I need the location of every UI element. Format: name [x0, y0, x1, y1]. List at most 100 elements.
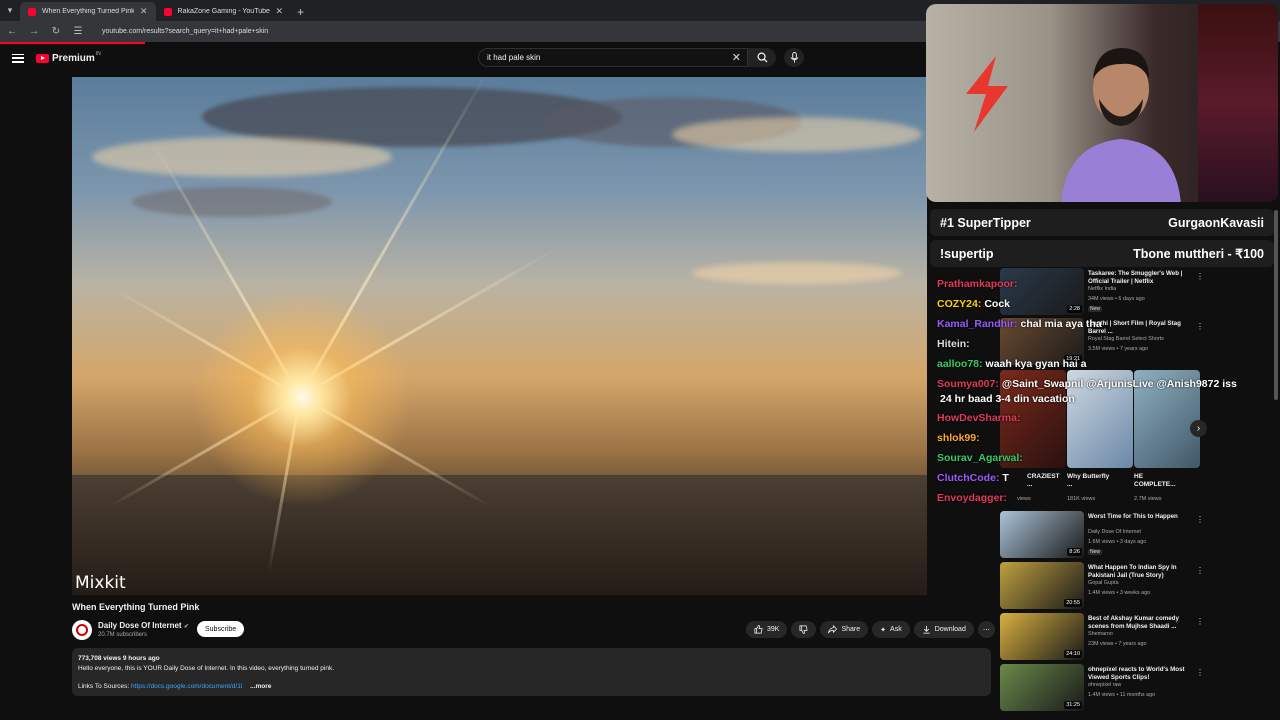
hamburger-menu-icon[interactable] [12, 53, 24, 63]
list-item[interactable]: 24:10 Best of Akshay Kumar comedy scenes … [1000, 613, 1204, 661]
video-title[interactable]: Taskaree: The Smuggler's Web | Official … [1088, 270, 1188, 285]
search-input[interactable]: it had pale skin ✕ [478, 48, 748, 67]
video-title[interactable]: ...anthi | Short Film | Royal Stag Barre… [1088, 320, 1188, 335]
video-views: 34M views • 6 days ago [1088, 296, 1145, 302]
channel-avatar[interactable] [72, 620, 92, 640]
streamer [1061, 48, 1181, 202]
more-vertical-icon[interactable]: ⋮ [1196, 272, 1204, 281]
shorts-next-button[interactable]: › [1190, 420, 1207, 437]
share-button[interactable]: Share [820, 621, 869, 638]
video-description[interactable]: 773,708 views 9 hours ago Hello everyone… [72, 648, 991, 696]
chat-message: Sourav_Agarwal: [937, 452, 1026, 464]
search-button[interactable] [748, 48, 776, 67]
chat-username: COZY24: [937, 298, 982, 310]
short-views: 2.7M views [1134, 496, 1162, 502]
more-vertical-icon[interactable]: ⋮ [1196, 322, 1204, 331]
short-title[interactable]: CRAZIEST ... [1027, 473, 1063, 489]
channel-name[interactable]: Gopal Gupta [1088, 580, 1119, 586]
url-field[interactable]: youtube.com/results?search_query=it+had+… [102, 28, 268, 35]
channel-name[interactable]: Daily Dose Of Internet [1088, 529, 1141, 535]
clear-search-icon[interactable]: ✕ [732, 51, 741, 64]
chat-message: 24 hr baad 3-4 din vacation [937, 393, 1075, 405]
new-badge: New [1088, 549, 1103, 555]
video-player[interactable]: Mixkit [72, 77, 927, 595]
channel-name[interactable]: Netflix India [1088, 286, 1116, 292]
chat-text: Cock [984, 298, 1011, 310]
like-button[interactable]: 39K [746, 621, 788, 638]
browser-tab[interactable]: RakaZone Gaming - YouTube ✕ [156, 2, 292, 21]
video-views: 23M views • 7 years ago [1088, 641, 1147, 647]
youtube-premium-logo[interactable]: Premium IN [36, 51, 101, 64]
video-watermark: Mixkit [75, 573, 126, 593]
video-duration: 8:26 [1067, 548, 1082, 556]
ask-button[interactable]: ✦ Ask [872, 621, 910, 638]
chat-username: ClutchCode: [937, 472, 1000, 484]
verified-icon: ✔ [183, 624, 189, 630]
youtube-play-icon [36, 53, 49, 63]
channel-name[interactable]: Shemaroo [1088, 631, 1113, 637]
channel-name[interactable]: ohnepixel raw [1088, 682, 1121, 688]
subscriber-count: 20.7M subscribers [98, 632, 148, 638]
download-icon [923, 625, 930, 634]
more-actions-button[interactable]: ⋯ [977, 621, 995, 638]
back-icon[interactable]: ← [6, 26, 18, 37]
video-thumbnail[interactable]: 24:10 [1000, 613, 1084, 660]
list-item[interactable]: 20:55 What Happen To Indian Spy In Pakist… [1000, 562, 1204, 610]
close-tab-icon[interactable]: ✕ [140, 6, 148, 17]
tab-search-icon[interactable]: ▾ [0, 0, 20, 21]
video-thumbnail[interactable]: 20:55 [1000, 562, 1084, 609]
forward-icon[interactable]: → [28, 26, 40, 37]
reload-icon[interactable]: ↻ [50, 26, 62, 37]
chevron-right-icon: › [1196, 423, 1201, 434]
close-tab-icon[interactable]: ✕ [276, 6, 284, 17]
scrollbar[interactable] [1274, 210, 1278, 400]
dislike-button[interactable] [791, 621, 817, 638]
tab-title: RakaZone Gaming - YouTube [177, 8, 270, 15]
chat-username: shlok99: [937, 432, 980, 444]
browser-tab-active[interactable]: When Everything Turned Pink ✕ [20, 2, 156, 21]
logo-region: IN [95, 51, 101, 57]
share-icon [828, 625, 838, 634]
thumbs-down-icon [800, 625, 809, 634]
video-views: 1.6M views • 3 days ago [1088, 539, 1147, 545]
tab-title: When Everything Turned Pink [42, 8, 134, 15]
show-more-link[interactable]: ...more [250, 683, 271, 690]
short-title[interactable]: HE COMPLETE... [1134, 473, 1178, 489]
more-vertical-icon[interactable]: ⋮ [1196, 668, 1204, 677]
chat-text: waah kya gyan hai a [985, 358, 1087, 370]
streamer-webcam [926, 4, 1278, 202]
video-thumbnail[interactable]: 8:26 [1000, 511, 1084, 558]
site-info-icon[interactable]: ☰ [72, 26, 84, 37]
youtube-favicon-icon [163, 7, 172, 16]
chat-text: chal mia aya tha [1020, 318, 1102, 330]
more-vertical-icon[interactable]: ⋮ [1196, 617, 1204, 626]
video-thumbnail[interactable]: 31:25 [1000, 664, 1084, 711]
channel-name[interactable]: Royal Stag Barrel Select Shorts [1088, 336, 1164, 342]
list-item[interactable]: 8:26 Worst Time for This to Happen Daily D… [1000, 511, 1204, 559]
more-vertical-icon[interactable]: ⋮ [1196, 566, 1204, 575]
list-item[interactable]: 31:25 ohnepixel reacts to World's Most Vi… [1000, 664, 1204, 712]
subscribe-button[interactable]: Subscribe [197, 621, 245, 637]
streamer-logo-icon [966, 56, 1008, 132]
chat-message: aalloo78: waah kya gyan hai a [937, 358, 1087, 370]
video-title[interactable]: Best of Akshay Kumar comedy scenes from … [1088, 615, 1188, 630]
voice-search-button[interactable] [784, 48, 804, 67]
short-title[interactable]: Why Butterfly ... [1067, 473, 1111, 489]
video-title[interactable]: ohnepixel reacts to World's Most Viewed … [1088, 666, 1188, 681]
more-vertical-icon[interactable]: ⋮ [1196, 515, 1204, 524]
video-title[interactable]: Worst Time for This to Happen [1088, 513, 1188, 521]
chat-message: Prathamkapoor: [937, 278, 1021, 290]
video-views: 1.4M views • 3 weeks ago [1088, 590, 1151, 596]
chat-username: HowDevSharma: [937, 412, 1021, 424]
list-item[interactable]: 2:28 Taskaree: The Smuggler's Web | Offic… [1000, 268, 1204, 316]
chat-message: Kamal_Randhir: chal mia aya tha [937, 318, 1102, 330]
video-thumbnail[interactable]: 2:28 [1000, 268, 1084, 315]
video-title[interactable]: What Happen To Indian Spy In Pakistani J… [1088, 564, 1188, 579]
channel-name[interactable]: Daily Dose Of Internet ✔ [98, 621, 189, 630]
sources-link[interactable]: https://docs.google.com/document/d/1l [131, 683, 242, 690]
chat-username: Sourav_Agarwal: [937, 452, 1023, 464]
download-button[interactable]: Download [913, 621, 974, 638]
chat-username: Envoydagger: [937, 492, 1008, 504]
super-tipper-banner: #1 SuperTipper GurgaonKavasii [930, 209, 1274, 236]
new-tab-icon[interactable]: + [291, 2, 310, 21]
